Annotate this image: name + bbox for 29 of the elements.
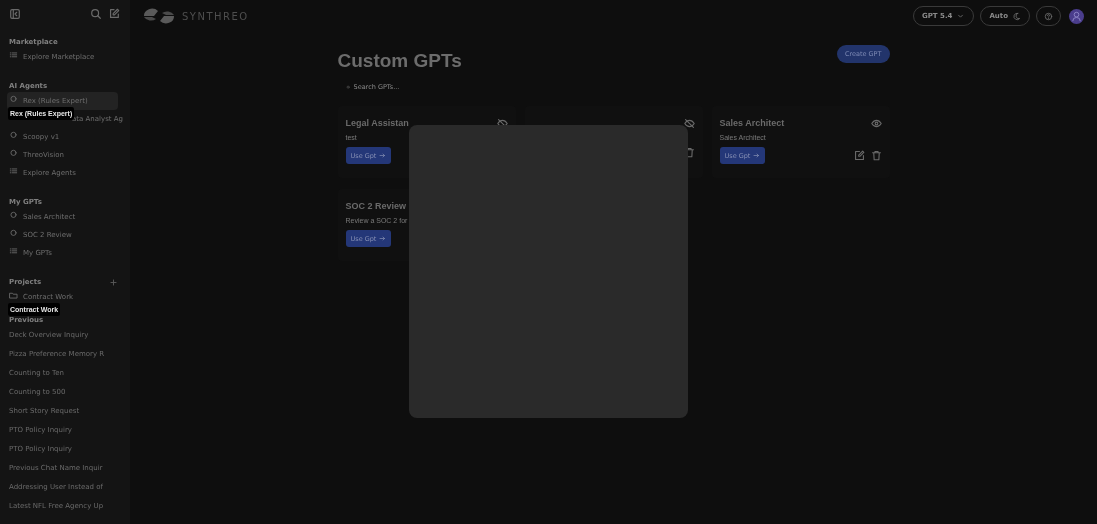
eye-icon[interactable]	[870, 117, 882, 129]
card-title: Legal Assistan	[345, 118, 409, 128]
logo-text: SYNTHREO	[182, 10, 249, 22]
eye-off-icon[interactable]	[683, 117, 695, 129]
list-icon	[9, 247, 18, 256]
arrow-icon	[379, 235, 387, 242]
logo-icon	[142, 7, 176, 25]
trash-icon[interactable]	[870, 150, 882, 161]
add-icon[interactable]	[109, 277, 118, 287]
avatar[interactable]	[1069, 8, 1084, 24]
circle-icon	[9, 131, 18, 140]
arrow-icon	[379, 152, 387, 159]
circle-icon	[9, 229, 18, 238]
card-title: SOC 2 Review	[345, 201, 407, 211]
circle-icon	[9, 149, 18, 158]
edit-icon[interactable]	[853, 150, 865, 161]
help-button[interactable]	[1036, 6, 1061, 26]
list-icon	[9, 51, 18, 60]
help-icon	[1044, 11, 1053, 21]
card-title: Sales Architect	[719, 118, 785, 128]
list-icon	[9, 167, 18, 176]
new-chat-icon[interactable]	[108, 8, 120, 20]
circle-icon	[9, 95, 18, 104]
folder-icon	[9, 291, 18, 300]
circle-icon	[9, 211, 18, 220]
arrow-icon	[753, 152, 761, 159]
moon-icon	[1012, 11, 1021, 21]
page-title: Custom GPTs	[337, 50, 462, 72]
sidebar-toggle-icon[interactable]	[9, 8, 21, 20]
